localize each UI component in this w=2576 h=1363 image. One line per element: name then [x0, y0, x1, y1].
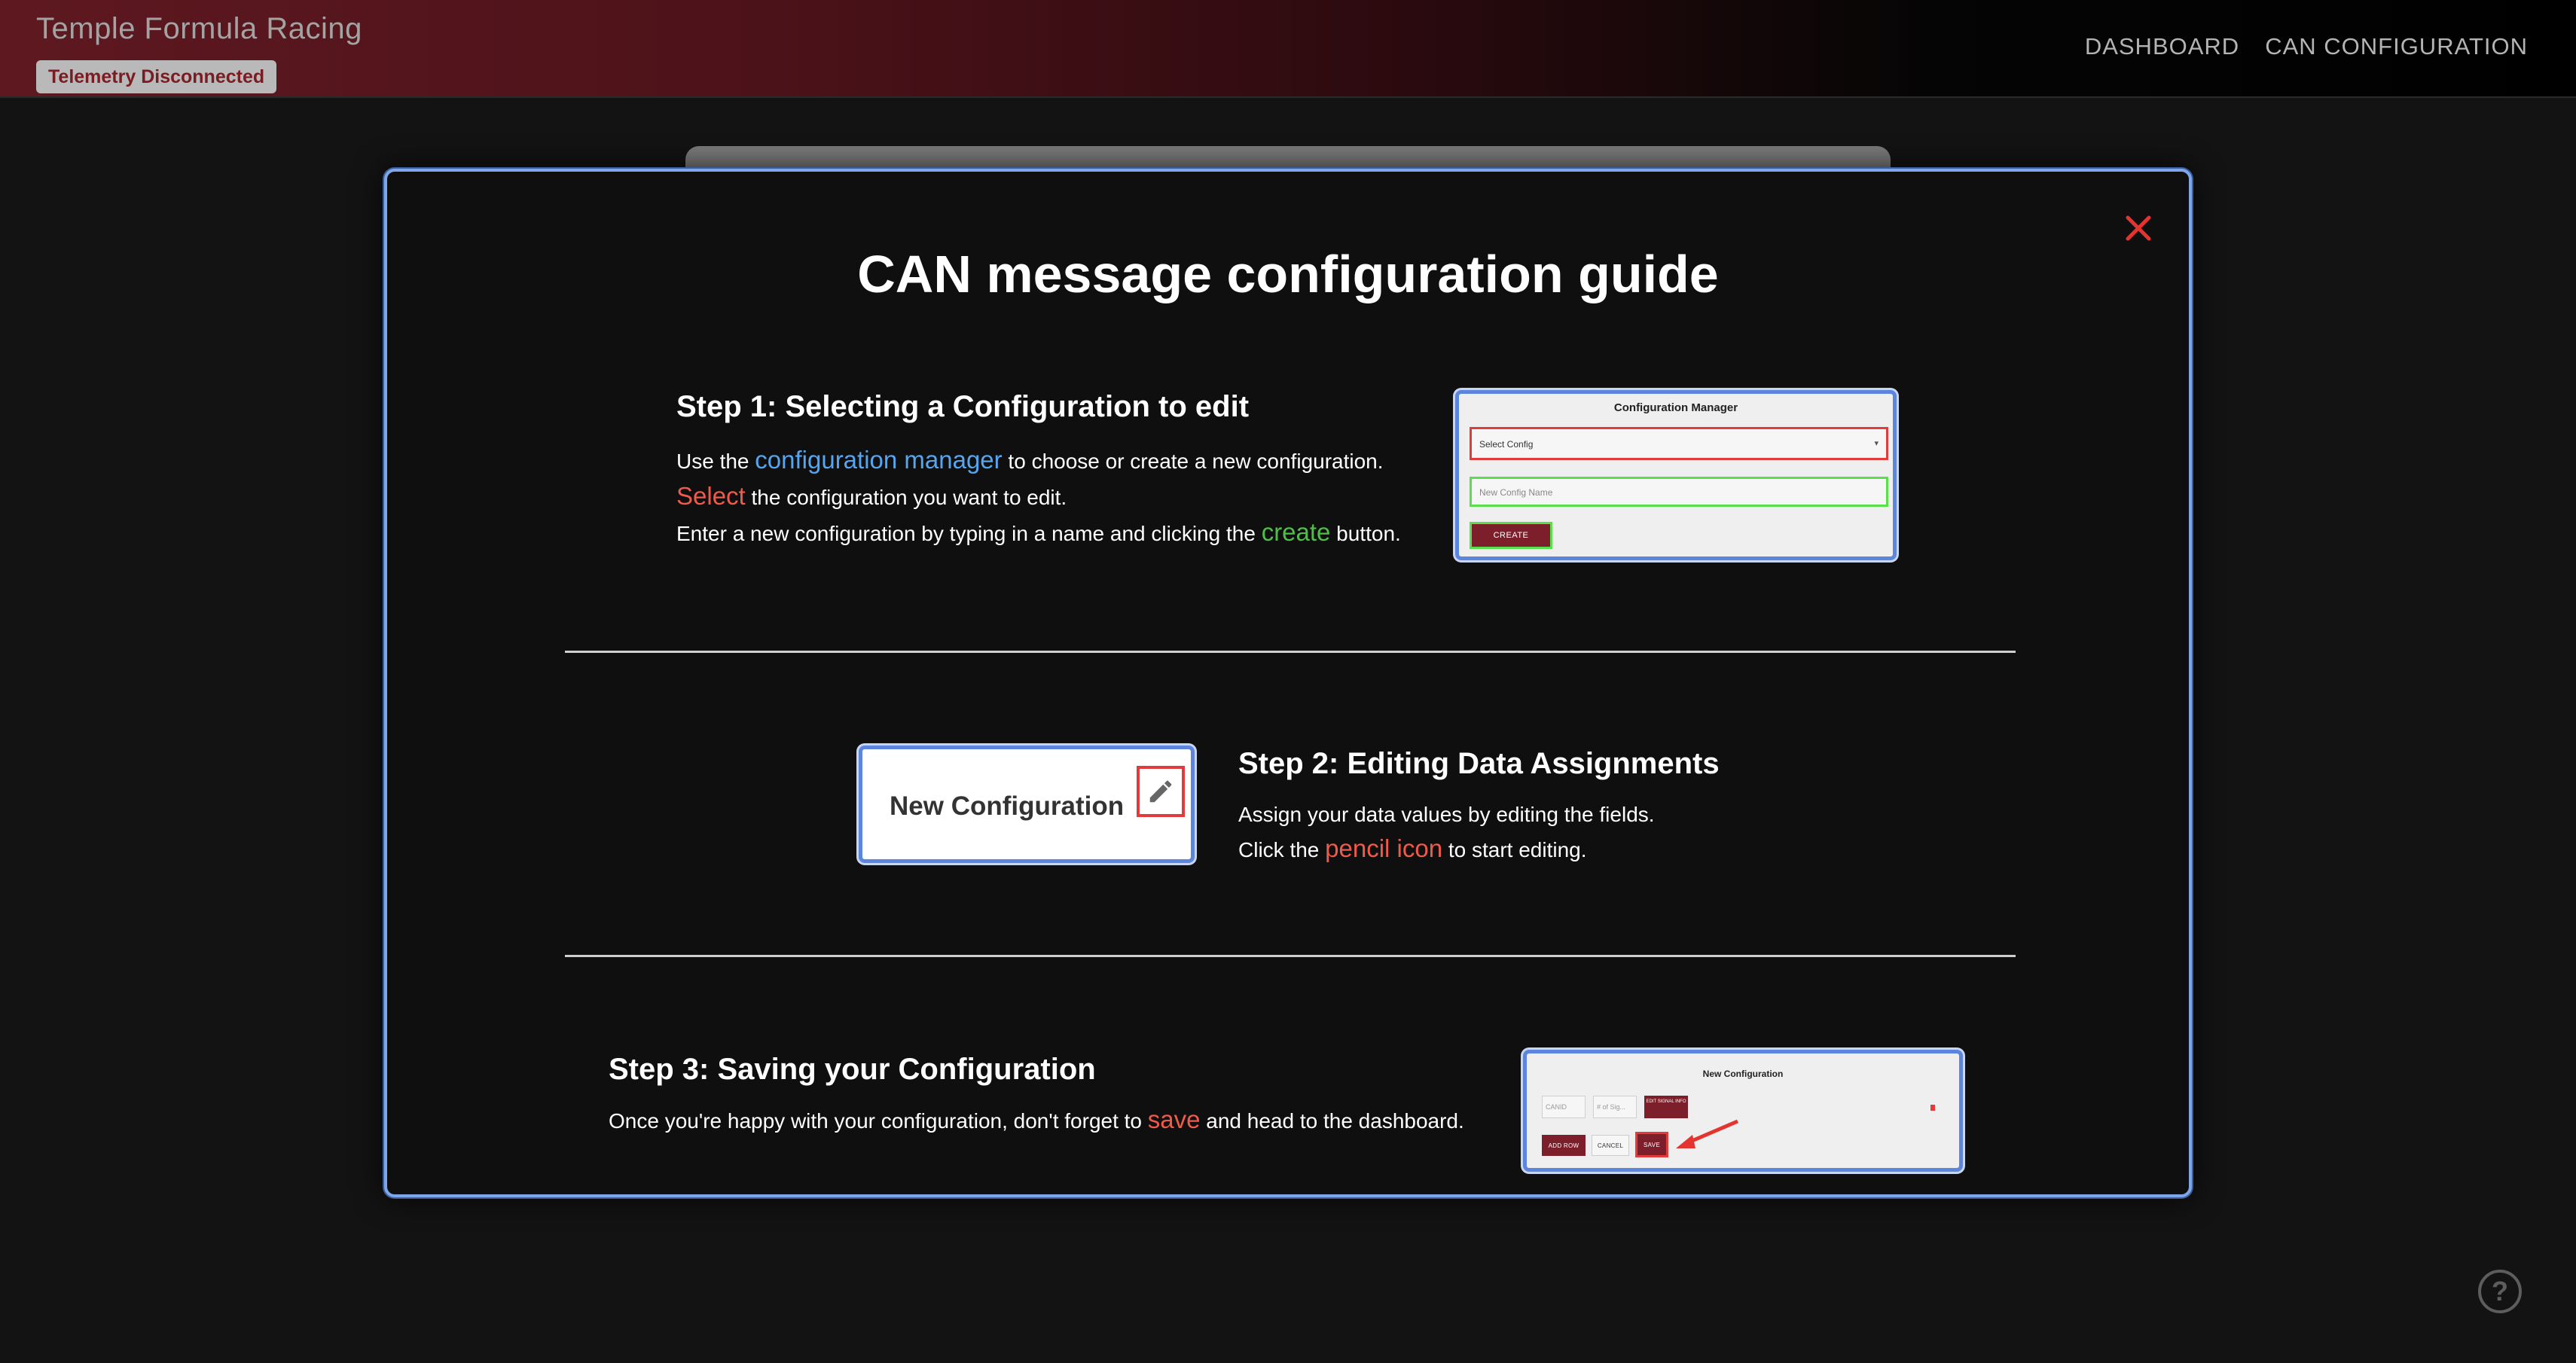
step3-line1-pre: Once you're happy with your configuratio… [609, 1109, 1148, 1133]
section-divider [565, 651, 2016, 653]
step2-line2-pre: Click the [1238, 838, 1326, 861]
step2-line2-post: to start editing. [1442, 838, 1587, 861]
pencil-icon [1137, 766, 1185, 817]
preview-marker [1930, 1105, 1935, 1111]
step1-line3-post: button. [1330, 522, 1401, 545]
chevron-down-icon: ▾ [1874, 439, 1879, 448]
section-divider [565, 955, 2016, 957]
preview-new-config-name: New Config Name [1470, 477, 1888, 507]
preview-signals-field: # of Sig... [1593, 1096, 1637, 1118]
telemetry-status-badge: Telemetry Disconnected [36, 60, 277, 93]
create-highlight: create [1261, 518, 1331, 546]
preview-create-button: CREATE [1470, 522, 1552, 549]
step1-heading: Step 1: Selecting a Configuration to edi… [676, 390, 1250, 423]
step1-line3-pre: Enter a new configuration by typing in a… [676, 522, 1262, 545]
save-highlight: save [1147, 1105, 1201, 1133]
preview-select-placeholder: Select Config [1479, 439, 1534, 450]
preview-edit-signal-button: EDIT SIGNAL INFO [1644, 1096, 1688, 1118]
new-configuration-preview: New Configuration [859, 746, 1195, 863]
top-nav: DASHBOARD CAN CONFIGURATION [2085, 33, 2528, 60]
step2-heading: Step 2: Editing Data Assignments [1238, 747, 1720, 780]
preview-select-config: Select Config ▾ [1470, 427, 1888, 460]
step1-line2-post: the configuration you want to edit. [745, 486, 1067, 509]
preview-config-manager-title: Configuration Manager [1613, 401, 1738, 414]
step2-line2: Click the pencil icon to start editing. [1238, 834, 1587, 863]
step1-line3: Enter a new configuration by typing in a… [676, 518, 1401, 547]
preview-add-row-button: ADD ROW [1542, 1135, 1586, 1156]
preview-cancel-button: CANCEL [1592, 1135, 1629, 1156]
nav-can-configuration[interactable]: CAN CONFIGURATION [2265, 33, 2528, 60]
step3-heading: Step 3: Saving your Configuration [609, 1053, 1096, 1086]
step1-line2: Select the configuration you want to edi… [676, 482, 1067, 511]
modal-title: CAN message configuration guide [857, 245, 1719, 303]
pencil-icon-highlight: pencil icon [1325, 834, 1443, 862]
app-bar: Temple Formula Racing Telemetry Disconne… [0, 0, 2576, 98]
configuration-manager-preview: Configuration Manager Select Config ▾ Ne… [1455, 390, 1897, 560]
save-configuration-preview: New Configuration CANID # of Sig... EDIT… [1523, 1050, 1963, 1172]
step3-line1: Once you're happy with your configuratio… [609, 1105, 1464, 1134]
preview-save-button: SAVE [1635, 1132, 1668, 1157]
close-icon[interactable] [2118, 208, 2159, 249]
red-arrow-icon [1676, 1119, 1738, 1148]
nav-dashboard[interactable]: DASHBOARD [2085, 33, 2239, 60]
step1-line1-post: to choose or create a new configuration. [1002, 450, 1384, 473]
step1-line1-pre: Use the [676, 450, 755, 473]
preview-canid-field: CANID [1542, 1096, 1586, 1118]
help-icon[interactable]: ? [2478, 1270, 2522, 1313]
configuration-guide-modal: CAN message configuration guide Step 1: … [384, 169, 2192, 1197]
preview-save-title: New Configuration [1702, 1069, 1784, 1079]
step3-line1-post: and head to the dashboard. [1200, 1109, 1464, 1133]
step2-line1: Assign your data values by editing the f… [1238, 803, 1655, 826]
configuration-manager-highlight: configuration manager [755, 446, 1003, 474]
app-title: Temple Formula Racing [36, 12, 362, 45]
select-highlight: Select [676, 482, 746, 510]
preview-new-config-title: New Configuration [890, 791, 1125, 821]
step1-line1: Use the configuration manager to choose … [676, 446, 1384, 474]
